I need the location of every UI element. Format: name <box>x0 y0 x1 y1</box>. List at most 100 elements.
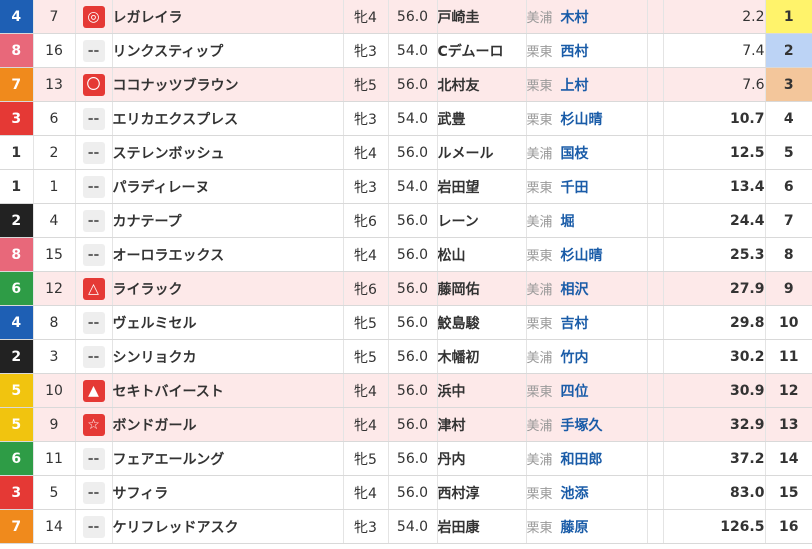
jockey-link[interactable]: ルメール <box>437 135 527 170</box>
jockey-link[interactable]: 武豊 <box>437 101 527 136</box>
horse-name-link[interactable]: リンクスティップ <box>112 33 344 68</box>
no-mark-icon[interactable]: -- <box>82 515 105 538</box>
horse-number: 13 <box>33 67 76 102</box>
trainer-link[interactable]: 相沢 <box>561 282 589 298</box>
no-mark-icon[interactable]: -- <box>82 345 105 368</box>
double-circle-icon[interactable]: ◎ <box>82 5 105 28</box>
triangle-outline-icon[interactable]: △ <box>82 277 105 300</box>
table-row[interactable]: 2 3 -- シンリョクカ 牝5 56.0 木幡初 美浦 竹内 30.2 11 <box>0 339 812 374</box>
jockey-link[interactable]: 浜中 <box>437 373 527 408</box>
horse-name-link[interactable]: オーロラエックス <box>112 237 344 272</box>
trainer-link[interactable]: 杉山晴 <box>561 112 603 128</box>
table-row[interactable]: 6 11 -- フェアエールング 牝5 56.0 丹内 美浦 和田郎 37.2 1… <box>0 441 812 476</box>
no-mark-icon[interactable]: -- <box>82 311 105 334</box>
table-row[interactable]: 7 14 -- ケリフレッドアスク 牝3 54.0 岩田康 栗東 藤原 126.5… <box>0 509 812 544</box>
table-row[interactable]: 1 1 -- パラディレーヌ 牝3 54.0 岩田望 栗東 千田 13.4 6 <box>0 169 812 204</box>
table-row[interactable]: 8 15 -- オーロラエックス 牝4 56.0 松山 栗東 杉山晴 25.3 8 <box>0 237 812 272</box>
no-mark-icon[interactable]: -- <box>82 175 105 198</box>
trainer-link[interactable]: 四位 <box>561 384 589 400</box>
jockey-link[interactable]: 丹内 <box>437 441 527 476</box>
no-mark-icon[interactable]: -- <box>82 209 105 232</box>
jockey-link[interactable]: 藤岡佑 <box>437 271 527 306</box>
jockey-link[interactable]: 松山 <box>437 237 527 272</box>
horse-name-link[interactable]: エリカエクスプレス <box>112 101 344 136</box>
jockey-link[interactable]: 西村淳 <box>437 475 527 510</box>
trainer-link[interactable]: 杉山晴 <box>561 248 603 264</box>
table-row[interactable]: 4 8 -- ヴェルミセル 牝5 56.0 鮫島駿 栗東 吉村 29.8 10 <box>0 305 812 340</box>
popularity-rank: 6 <box>765 169 812 204</box>
prediction-mark-cell[interactable]: -- <box>75 475 113 510</box>
horse-name-link[interactable]: シンリョクカ <box>112 339 344 374</box>
trainer-link[interactable]: 竹内 <box>561 350 589 366</box>
horse-name-link[interactable]: フェアエールング <box>112 441 344 476</box>
trainer-link[interactable]: 堀 <box>561 214 575 230</box>
horse-name-link[interactable]: レガレイラ <box>112 0 344 34</box>
jockey-link[interactable]: 岩田康 <box>437 509 527 544</box>
no-mark-icon[interactable]: -- <box>82 243 105 266</box>
horse-name-link[interactable]: ステレンボッシュ <box>112 135 344 170</box>
table-row[interactable]: 3 6 -- エリカエクスプレス 牝3 54.0 武豊 栗東 杉山晴 10.7 4 <box>0 101 812 136</box>
trainer-link[interactable]: 手塚久 <box>561 418 603 434</box>
prediction-mark-cell[interactable]: ◎ <box>75 0 113 34</box>
horse-name-link[interactable]: ケリフレッドアスク <box>112 509 344 544</box>
jockey-link[interactable]: 戸崎圭 <box>437 0 527 34</box>
horse-name-link[interactable]: ココナッツブラウン <box>112 67 344 102</box>
jockey-link[interactable]: 岩田望 <box>437 169 527 204</box>
horse-name-link[interactable]: ボンドガール <box>112 407 344 442</box>
jockey-link[interactable]: 鮫島駿 <box>437 305 527 340</box>
trainer-link[interactable]: 千田 <box>561 180 589 196</box>
prediction-mark-cell[interactable]: -- <box>75 33 113 68</box>
no-mark-icon[interactable]: -- <box>82 481 105 504</box>
table-row[interactable]: 4 7 ◎ レガレイラ 牝4 56.0 戸崎圭 美浦 木村 2.2 1 <box>0 0 812 34</box>
trainer-link[interactable]: 藤原 <box>561 520 589 536</box>
horse-name-link[interactable]: サフィラ <box>112 475 344 510</box>
horse-name-link[interactable]: パラディレーヌ <box>112 169 344 204</box>
no-mark-icon[interactable]: -- <box>82 39 105 62</box>
jockey-link[interactable]: レーン <box>437 203 527 238</box>
no-mark-icon[interactable]: -- <box>82 107 105 130</box>
prediction-mark-cell[interactable]: -- <box>75 441 113 476</box>
jockey-link[interactable]: 津村 <box>437 407 527 442</box>
table-row[interactable]: 5 10 ▲ セキトバイースト 牝4 56.0 浜中 栗東 四位 30.9 12 <box>0 373 812 408</box>
prediction-mark-cell[interactable]: ☆ <box>75 407 113 442</box>
star-outline-icon[interactable]: ☆ <box>82 413 105 436</box>
trainer-link[interactable]: 和田郎 <box>561 452 603 468</box>
trainer-link[interactable]: 池添 <box>561 486 589 502</box>
prediction-mark-cell[interactable]: -- <box>75 509 113 544</box>
prediction-mark-cell[interactable]: ▲ <box>75 373 113 408</box>
horse-name-link[interactable]: ライラック <box>112 271 344 306</box>
horse-name-link[interactable]: カナテープ <box>112 203 344 238</box>
trainer-link[interactable]: 吉村 <box>561 316 589 332</box>
horse-name-link[interactable]: セキトバイースト <box>112 373 344 408</box>
trainer-link[interactable]: 西村 <box>561 44 589 60</box>
prediction-mark-cell[interactable]: -- <box>75 135 113 170</box>
prediction-mark-cell[interactable]: △ <box>75 271 113 306</box>
prediction-mark-cell[interactable]: 〇 <box>75 67 113 102</box>
table-row[interactable]: 1 2 -- ステレンボッシュ 牝4 56.0 ルメール 美浦 国枝 12.5 5 <box>0 135 812 170</box>
no-mark-icon[interactable]: -- <box>82 141 105 164</box>
table-row[interactable]: 6 12 △ ライラック 牝6 56.0 藤岡佑 美浦 相沢 27.9 9 <box>0 271 812 306</box>
jockey-link[interactable]: Cデムーロ <box>437 33 527 68</box>
table-row[interactable]: 8 16 -- リンクスティップ 牝3 54.0 Cデムーロ 栗東 西村 7.4 … <box>0 33 812 68</box>
no-mark-icon[interactable]: -- <box>82 447 105 470</box>
prediction-mark-cell[interactable]: -- <box>75 203 113 238</box>
prediction-mark-cell[interactable]: -- <box>75 237 113 272</box>
circle-icon[interactable]: 〇 <box>82 73 105 96</box>
prediction-mark-cell[interactable]: -- <box>75 305 113 340</box>
triangle-filled-icon[interactable]: ▲ <box>82 379 105 402</box>
carried-weight: 56.0 <box>388 339 438 374</box>
prediction-mark-cell[interactable]: -- <box>75 169 113 204</box>
trainer-link[interactable]: 上村 <box>561 78 589 94</box>
table-row[interactable]: 2 4 -- カナテープ 牝6 56.0 レーン 美浦堀 24.4 7 <box>0 203 812 238</box>
horse-name-link[interactable]: ヴェルミセル <box>112 305 344 340</box>
jockey-link[interactable]: 木幡初 <box>437 339 527 374</box>
trainer-link[interactable]: 国枝 <box>561 146 589 162</box>
table-row[interactable]: 3 5 -- サフィラ 牝4 56.0 西村淳 栗東 池添 83.0 15 <box>0 475 812 510</box>
jockey-link[interactable]: 北村友 <box>437 67 527 102</box>
horse-number: 1 <box>33 169 76 204</box>
trainer-link[interactable]: 木村 <box>561 10 589 26</box>
table-row[interactable]: 5 9 ☆ ボンドガール 牝4 56.0 津村 美浦 手塚久 32.9 13 <box>0 407 812 442</box>
prediction-mark-cell[interactable]: -- <box>75 339 113 374</box>
table-row[interactable]: 7 13 〇 ココナッツブラウン 牝5 56.0 北村友 栗東 上村 7.6 3 <box>0 67 812 102</box>
prediction-mark-cell[interactable]: -- <box>75 101 113 136</box>
